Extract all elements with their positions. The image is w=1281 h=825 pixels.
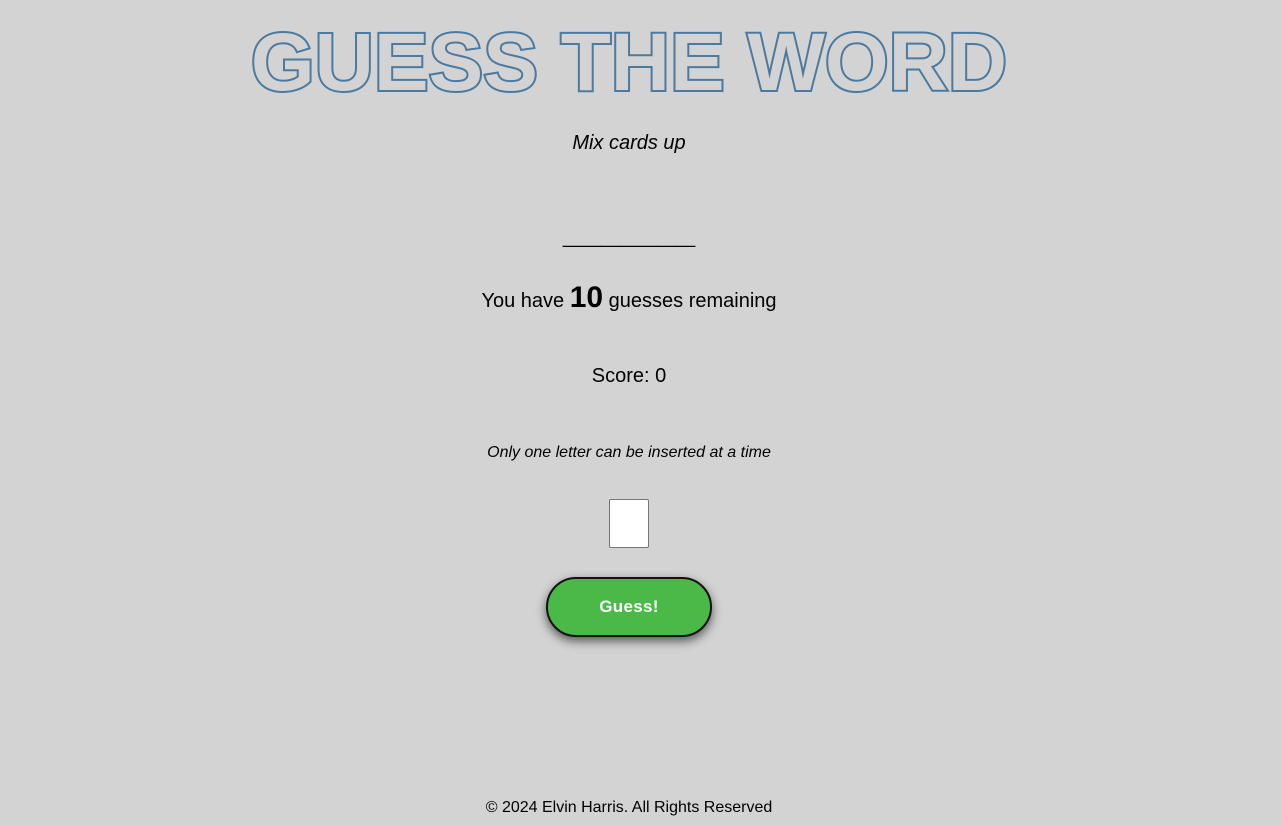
score-display: Score: 0 xyxy=(591,365,667,387)
game-container: GUESS THE WORD Mix cards up _______ You … xyxy=(0,0,1258,825)
hidden-word-display: _______ xyxy=(562,213,696,251)
page-title: GUESS THE WORD xyxy=(249,17,1009,108)
guesses-remaining-suffix: guesses remaining xyxy=(608,290,777,312)
input-hint: Only one letter can be inserted at a tim… xyxy=(487,444,771,461)
guesses-remaining-count: 10 xyxy=(569,281,604,314)
guesses-remaining-prefix: You have xyxy=(481,290,565,312)
letter-input[interactable] xyxy=(609,499,649,548)
guesses-remaining: You have 10 guesses remaining xyxy=(0,280,1258,319)
guess-button[interactable]: Guess! xyxy=(546,577,712,637)
mix-cards-link[interactable]: Mix cards up xyxy=(0,131,1258,155)
footer-copyright: © 2024 Elvin Harris. All Rights Reserved xyxy=(485,799,773,816)
